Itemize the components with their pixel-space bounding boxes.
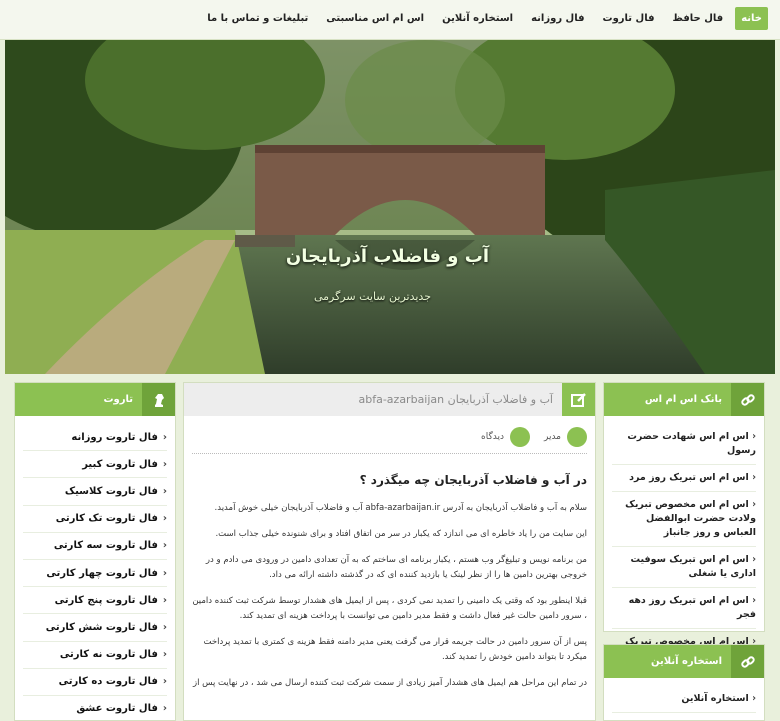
sms-widget: بانک اس ام اس اس ام اس شهادت حضرت رسول ا… — [603, 382, 765, 684]
istikhare-list: استخاره آنلاین — [604, 678, 764, 713]
sms-list-item[interactable]: اس ام اس تبریک سوفیت اداری یا شغلی — [612, 547, 756, 588]
sms-list-item[interactable]: اس ام اس تبریک روز دهه فجر — [612, 588, 756, 629]
author-avatar-icon — [567, 427, 587, 447]
article-comments[interactable]: دیدگاه — [481, 432, 504, 442]
nav-item-istikhare[interactable]: استخاره آنلاین — [436, 7, 519, 30]
nav-item-contact[interactable]: تبلیغات و تماس با ما — [201, 7, 314, 30]
sms-list-item[interactable]: اس ام اس تبریک روز مرد — [612, 465, 756, 492]
article-paragraph: در تمام این مراحل هم ایمیل های هشدار آمی… — [192, 678, 587, 688]
article-header-text[interactable]: آب و فاضلاب آذربایجان abfa-azarbaijan — [359, 393, 554, 406]
nav-menu: خانه فال حافظ فال تاروت فال روزانه استخا… — [201, 7, 768, 30]
tarot-list-item[interactable]: فال تاروت نه کارتی — [23, 642, 167, 669]
tarot-list-item[interactable]: فال تاروت کبیر — [23, 451, 167, 479]
article-paragraph: پس از آن سرور دامین در حالت جریمه قرار م… — [203, 637, 587, 662]
right-sidebar: بانک اس ام اس اس ام اس شهادت حضرت رسول ا… — [603, 382, 765, 721]
article-paragraph: سلام به آب و فاضلاب آذربایجان به آدرس ab… — [214, 503, 587, 513]
istikhare-widget-header: استخاره آنلاین — [604, 645, 764, 678]
article-paragraph: این سایت من را یاد خاطره ای می اندازد که… — [215, 529, 587, 539]
istikhare-list-item[interactable]: استخاره آنلاین — [612, 686, 756, 713]
article-body: سلام به آب و فاضلاب آذربایجان به آدرس ab… — [192, 501, 587, 702]
site-tagline: جدیدترین سایت سرگرمی — [313, 290, 431, 303]
top-navigation: خانه فال حافظ فال تاروت فال روزانه استخا… — [0, 0, 780, 40]
nav-item-hafez[interactable]: فال حافظ — [667, 7, 730, 30]
sms-widget-header: بانک اس ام اس — [604, 383, 764, 416]
tarot-list-item[interactable]: فال تاروت عشق — [23, 696, 167, 721]
nav-item-tarot[interactable]: فال تاروت — [597, 7, 661, 30]
chess-knight-icon — [142, 383, 175, 416]
article-meta: مدیر دیدگاه — [481, 427, 587, 447]
sms-list-item[interactable]: اس ام اس شهادت حضرت رسول — [612, 424, 756, 465]
tarot-list-item[interactable]: فال تاروت چهار کارتی — [23, 560, 167, 588]
divider — [192, 453, 587, 454]
article-header: آب و فاضلاب آذربایجان abfa-azarbaijan — [184, 383, 595, 416]
istikhare-widget-title: استخاره آنلاین — [651, 656, 722, 667]
nav-item-daily[interactable]: فال روزانه — [525, 7, 590, 30]
sms-widget-title: بانک اس ام اس — [644, 394, 722, 405]
tarot-list-item[interactable]: فال تاروت پنج کارتی — [23, 587, 167, 615]
hero-landscape-image — [5, 40, 775, 374]
article-author[interactable]: مدیر — [544, 432, 561, 442]
tarot-list-item[interactable]: فال تاروت کلاسیک — [23, 478, 167, 506]
edit-icon — [562, 383, 595, 416]
article-title: در آب و فاضلاب آذربایجان چه میگذرد ؟ — [359, 473, 587, 487]
sms-list-item[interactable]: اس ام اس مخصوص تبریک ولادت حضرت ابوالفضل… — [612, 492, 756, 547]
link-icon — [731, 383, 764, 416]
site-title[interactable]: آب و فاضلاب آذربایجان — [286, 246, 489, 267]
tarot-list-item[interactable]: فال تاروت روزانه — [23, 424, 167, 452]
tarot-list-item[interactable]: فال تاروت تک کارتی — [23, 506, 167, 533]
article-paragraph: قبلا اینطور بود که وقتی یک دامینی را تمد… — [192, 596, 587, 621]
comment-icon — [509, 427, 530, 447]
tarot-widget-header: تاروت — [15, 383, 175, 416]
tarot-list-item[interactable]: فال تاروت شش کارتی — [23, 614, 167, 642]
link-icon — [731, 645, 764, 678]
tarot-list-item[interactable]: فال تاروت سه کارتی — [23, 533, 167, 560]
istikhare-widget: استخاره آنلاین استخاره آنلاین — [603, 644, 765, 721]
article-paragraph: من برنامه نویس و تبلیغ‌گر وب هستم ، یکبا… — [205, 555, 587, 580]
tarot-list-item[interactable]: فال تاروت ده کارتی — [23, 669, 167, 696]
tarot-list: فال تاروت روزانه فال تاروت کبیر فال تارو… — [15, 416, 175, 721]
nav-item-sms[interactable]: اس ام اس مناسبتی — [320, 7, 430, 30]
hero-banner: آب و فاضلاب آذربایجان جدیدترین سایت سرگر… — [5, 40, 775, 374]
tarot-widget-title: تاروت — [103, 394, 133, 405]
nav-item-home[interactable]: خانه — [735, 7, 768, 30]
tarot-widget: تاروت فال تاروت روزانه فال تاروت کبیر فا… — [14, 382, 176, 721]
article-panel: آب و فاضلاب آذربایجان abfa-azarbaijan مد… — [183, 382, 596, 721]
